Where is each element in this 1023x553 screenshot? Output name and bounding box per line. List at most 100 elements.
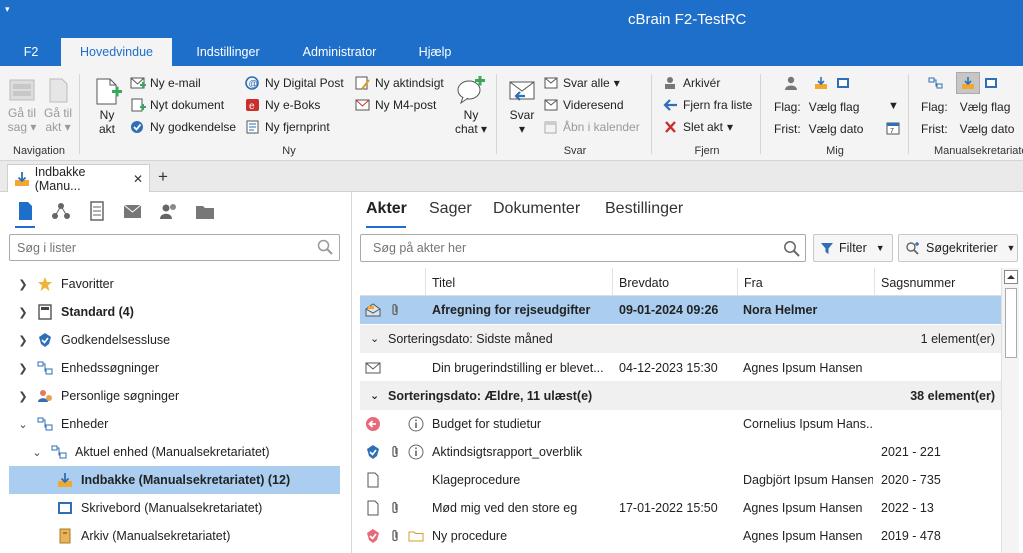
search-icon[interactable] [317,239,333,255]
table-row[interactable]: Klageprocedure Dagbjört Ipsum Hansen 202… [360,466,1001,494]
go-to-record-button[interactable]: Gå til akt ▾ [42,76,74,134]
forward-icon [544,99,558,111]
scroll-up-button[interactable] [1004,270,1018,284]
list-search-input[interactable] [9,234,340,261]
open-in-calendar-button[interactable]: Åbn i kalender [543,120,640,134]
tab-administrator[interactable]: Administrator [292,38,387,66]
new-chat-button[interactable]: Ny chat ▾ [453,76,489,136]
go-to-case-button[interactable]: Gå til sag ▾ [6,76,38,134]
column-header-titel[interactable]: Titel [426,268,613,296]
tree-item-enheder[interactable]: ⌄ Enheder [9,410,340,438]
tab-bestillinger[interactable]: Bestillinger [605,200,683,218]
tab-hjaelp[interactable]: Hjælp [408,38,462,66]
tree-item-indbakke[interactable]: Indbakke (Manualsekretariatet) (12) [9,466,340,494]
delete-record-button[interactable]: Slet akt ▾ [663,120,733,134]
table-row[interactable]: Aktindsigtsrapport_overblik 2021 - 221 [360,438,1001,466]
table-row[interactable]: Budget for studietur Cornelius Ipsum Han… [360,410,1001,438]
unit-flag-selector[interactable]: Flag: Vælg flag [921,100,1010,114]
chevron-right-icon[interactable]: ❯ [17,334,29,347]
tab-f2[interactable]: F2 [14,38,48,66]
tab-indstillinger[interactable]: Indstillinger [184,38,272,66]
calendar-icon [544,121,557,134]
chevron-down-icon[interactable]: ⌄ [370,382,379,410]
tree-item-personlige-soegninger[interactable]: ❯ Personlige søgninger [9,382,340,410]
column-header-fra[interactable]: Fra [738,268,875,296]
new-digital-post-button[interactable]: @ Ny Digital Post [245,76,344,90]
filter-button[interactable]: Filter ▼ [813,234,893,262]
orders-view-icon[interactable] [122,200,144,222]
my-flag-selector[interactable]: Flag: Vælg flag [774,100,859,114]
table-row[interactable]: Mød mig ved den store eg 17-01-2022 15:5… [360,494,1001,522]
column-header-sagsnummer[interactable]: Sagsnummer [875,268,1001,296]
remove-from-list-button[interactable]: Fjern fra liste [663,98,752,112]
archive-button[interactable]: Arkivér [663,76,720,90]
records-view-icon[interactable] [14,200,36,228]
tree-item-standard[interactable]: ❯ Standard (4) [9,298,340,326]
forward-button[interactable]: Videresend [543,98,624,112]
unit-deadline-value: Vælg dato [959,122,1015,136]
chevron-right-icon[interactable]: ❯ [17,390,29,403]
cases-view-icon[interactable] [50,200,72,222]
document-icon [367,472,379,488]
scrollbar-thumb[interactable] [1005,288,1017,358]
tree-item-aktuel-enhed[interactable]: ⌄ Aktuel enhed (Manualsekretariatet) [9,438,340,466]
new-eboks-label: Ny e-Boks [265,98,321,112]
add-tab-button[interactable]: + [158,167,168,187]
reply-button[interactable]: Svar ▾ [503,76,541,136]
new-approval-button[interactable]: Ny godkendelse [130,120,236,134]
new-m4-post-button[interactable]: Ny M4-post [355,98,436,112]
calendar-icon[interactable]: 7 [886,121,900,135]
unit-deadline-selector[interactable]: Frist: Vælg dato [921,122,1014,136]
reply-all-button[interactable]: Svar alle ▾ [543,76,620,90]
table-row[interactable]: Ny procedure Agnes Ipsum Hansen 2019 - 4… [360,522,1001,550]
tab-sager[interactable]: Sager [429,200,472,218]
chevron-right-icon[interactable]: ❯ [17,278,29,291]
row-from [743,438,873,466]
table-row[interactable]: Afregning for rejseudgifter 09-01-2024 0… [360,296,1001,324]
new-chat-label-2: chat [454,122,478,136]
tab-dokumenter[interactable]: Dokumenter [493,200,580,218]
flag-dropdown-icon[interactable]: ▼ [888,100,899,112]
search-icon[interactable] [783,240,800,257]
tree-item-enhedssoegninger[interactable]: ❯ Enhedssøgninger [9,354,340,382]
chat-icon [457,76,485,105]
new-document-button[interactable]: Nyt dokument [130,98,224,112]
tab-hovedvindue[interactable]: Hovedvindue [61,38,172,66]
search-criteria-button[interactable]: Søgekriterier ▼ [898,234,1018,262]
tree-item-favoritter[interactable]: ❯ Favoritter [9,270,340,298]
quick-access-dropdown[interactable]: ▾ [5,4,10,15]
chevron-down-icon[interactable]: ⌄ [17,418,29,431]
chevron-right-icon[interactable]: ❯ [17,306,29,319]
table-row[interactable]: Din brugerindstilling er blevet... 04-12… [360,354,1001,382]
records-search-input[interactable] [360,234,806,262]
group-header-aeldre[interactable]: ⌄ Sorteringsdato: Ældre, 11 ulæst(e) 38 … [360,382,1001,410]
vertical-scrollbar[interactable] [1001,268,1019,553]
new-access-request-label: Ny aktindsigt [375,76,444,90]
tree-item-arkiv[interactable]: Arkiv (Manualsekretariatet) [9,522,340,550]
open-envelope-icon [365,303,381,317]
close-icon[interactable]: ✕ [133,172,143,186]
my-deadline-selector[interactable]: Frist: Vælg dato [774,122,863,136]
row-case [881,410,999,438]
new-email-button[interactable]: Ny e-mail [130,76,201,90]
row-from: Agnes Ipsum Hansen [743,501,863,515]
tree-item-skrivebord[interactable]: Skrivebord (Manualsekretariatet) [9,494,340,522]
tree-item-godkendelsessluse[interactable]: ❯ Godkendelsessluse [9,326,340,354]
new-record-button[interactable]: Ny akt [90,76,124,136]
inbox-toggle-button[interactable] [956,72,980,94]
chevron-right-icon[interactable]: ❯ [17,362,29,375]
new-eboks-button[interactable]: e Ny e-Boks [245,98,320,112]
contacts-view-icon[interactable] [158,200,180,222]
doc-tab-inbox[interactable]: Indbakke (Manu... ✕ [7,164,150,193]
folders-view-icon[interactable] [194,200,216,222]
chevron-down-icon[interactable]: ⌄ [31,446,43,459]
documents-view-icon[interactable] [86,200,108,222]
tab-akter[interactable]: Akter [366,200,407,218]
tree-item-label: Skrivebord (Manualsekretariatet) [81,501,263,515]
group-header-sidste-maaned[interactable]: ⌄ Sorteringsdato: Sidste måned 1 element… [360,325,1001,353]
inbox-icon [15,171,29,186]
new-remote-print-button[interactable]: Ny fjernprint [245,120,330,134]
chevron-down-icon[interactable]: ⌄ [370,325,379,353]
new-access-request-button[interactable]: Ny aktindsigt [355,76,444,90]
column-header-brevdato[interactable]: Brevdato [613,268,738,296]
